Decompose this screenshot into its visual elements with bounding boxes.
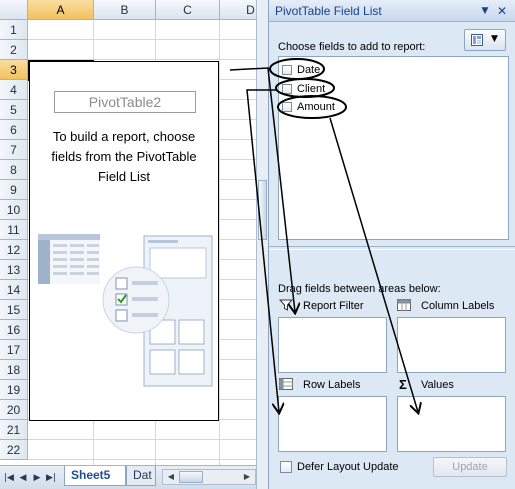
column-header-d[interactable]: D — [220, 0, 256, 20]
update-button[interactable]: Update — [433, 457, 507, 477]
field-checkbox-client[interactable] — [282, 84, 292, 94]
row-gridline — [28, 39, 256, 40]
field-label-client: Client — [297, 83, 326, 95]
close-icon[interactable]: ✕ — [495, 4, 509, 18]
field-layout-icon — [471, 34, 483, 46]
pane-title: PivotTable Field List — [275, 4, 382, 18]
row-header-8[interactable]: 8 — [0, 160, 28, 180]
funnel-icon — [279, 299, 293, 311]
row-labels-icon — [279, 378, 293, 390]
row-header-4[interactable]: 4 — [0, 80, 28, 100]
sheet-tab-data[interactable]: Dat — [126, 466, 156, 486]
row-header-22[interactable]: 22 — [0, 440, 28, 460]
scroll-left-icon[interactable]: ◀ — [165, 471, 177, 483]
column-labels-drop-area[interactable] — [397, 317, 506, 373]
pivot-field-list-pane: PivotTable Field List ▼ ✕ Choose fields … — [268, 0, 515, 489]
field-layout-button[interactable]: ▼ — [464, 29, 506, 51]
chevron-down-icon: ▼ — [491, 34, 498, 44]
field-label-date: Date — [297, 64, 321, 76]
defer-layout-checkbox[interactable] — [280, 461, 292, 473]
values-drop-area[interactable] — [397, 396, 506, 452]
drag-fields-label: Drag fields between areas below: — [278, 283, 441, 295]
row-header-1[interactable]: 1 — [0, 20, 28, 40]
choose-fields-label: Choose fields to add to report: — [278, 41, 426, 53]
row-header-19[interactable]: 19 — [0, 380, 28, 400]
field-label-amount: Amount — [297, 101, 335, 113]
row-gridline — [28, 459, 256, 460]
pane-splitter[interactable] — [269, 246, 515, 250]
row-header-7[interactable]: 7 — [0, 140, 28, 160]
chevron-down-icon[interactable]: ▼ — [479, 5, 491, 17]
sheet-tab-sheet5[interactable]: Sheet5 — [64, 466, 126, 486]
vertical-scrollbar[interactable] — [256, 0, 268, 489]
row-header-18[interactable]: 18 — [0, 360, 28, 380]
row-header-21[interactable]: 21 — [0, 420, 28, 440]
field-checkbox-date[interactable] — [282, 65, 292, 75]
row-header-10[interactable]: 10 — [0, 200, 28, 220]
column-header-c[interactable]: C — [156, 0, 220, 20]
pivot-table-placeholder[interactable]: PivotTable2 To build a report, choose fi… — [29, 61, 219, 421]
row-header-16[interactable]: 16 — [0, 320, 28, 340]
row-labels-label: Row Labels — [303, 379, 361, 391]
select-all-corner[interactable] — [0, 0, 28, 20]
next-sheet-nav-icon[interactable]: ▶ — [32, 472, 42, 484]
mini-table-graphic — [38, 234, 100, 284]
row-header-3[interactable]: 3 — [0, 60, 28, 80]
field-checkbox-amount[interactable] — [282, 102, 292, 112]
report-filter-drop-area[interactable] — [278, 317, 387, 373]
pivot-table-illustration — [38, 234, 213, 387]
column-labels-label: Column Labels — [421, 300, 495, 312]
sigma-icon: Σ — [399, 377, 407, 392]
row-header-6[interactable]: 6 — [0, 120, 28, 140]
column-header-b[interactable]: B — [94, 0, 156, 20]
sheet-tab-bar: |◀ ◀ ▶ ▶| Sheet5 Dat ◀ ▶ — [0, 465, 256, 489]
row-header-17[interactable]: 17 — [0, 340, 28, 360]
pane-title-bar[interactable]: PivotTable Field List ▼ ✕ — [269, 0, 515, 22]
column-header-a[interactable]: A — [28, 0, 94, 20]
prev-sheet-nav-icon[interactable]: ◀ — [18, 472, 28, 484]
pivot-instructions: To build a report, choose fields from th… — [51, 129, 197, 184]
row-header-2[interactable]: 2 — [0, 40, 28, 60]
horizontal-scroll-thumb[interactable] — [179, 471, 203, 483]
horizontal-scrollbar[interactable]: ◀ ▶ — [162, 469, 256, 485]
mini-checkbox-graphic — [102, 266, 170, 334]
spreadsheet-grid[interactable]: A B C D 1 2 3 4 5 6 7 8 9 10 11 12 13 14 15 16 17 18 19 20 2… — [0, 0, 256, 489]
column-labels-icon — [397, 299, 411, 311]
pivot-table-name: PivotTable2 — [54, 91, 196, 113]
row-header-13[interactable]: 13 — [0, 260, 28, 280]
row-header-20[interactable]: 20 — [0, 400, 28, 420]
first-sheet-nav-icon[interactable]: |◀ — [4, 472, 14, 484]
row-header-9[interactable]: 9 — [0, 180, 28, 200]
values-label: Values — [421, 379, 454, 391]
vertical-scroll-thumb[interactable] — [258, 180, 267, 240]
field-list-box[interactable]: Date Client Amount — [278, 56, 509, 240]
row-header-15[interactable]: 15 — [0, 300, 28, 320]
row-gridline — [28, 439, 256, 440]
row-header-5[interactable]: 5 — [0, 100, 28, 120]
row-header-14[interactable]: 14 — [0, 280, 28, 300]
row-header-12[interactable]: 12 — [0, 240, 28, 260]
row-header-11[interactable]: 11 — [0, 220, 28, 240]
scroll-right-icon[interactable]: ▶ — [241, 471, 253, 483]
last-sheet-nav-icon[interactable]: ▶| — [46, 472, 56, 484]
column-gridline — [219, 20, 220, 465]
defer-layout-label: Defer Layout Update — [297, 461, 399, 473]
row-labels-drop-area[interactable] — [278, 396, 387, 452]
report-filter-label: Report Filter — [303, 300, 364, 312]
